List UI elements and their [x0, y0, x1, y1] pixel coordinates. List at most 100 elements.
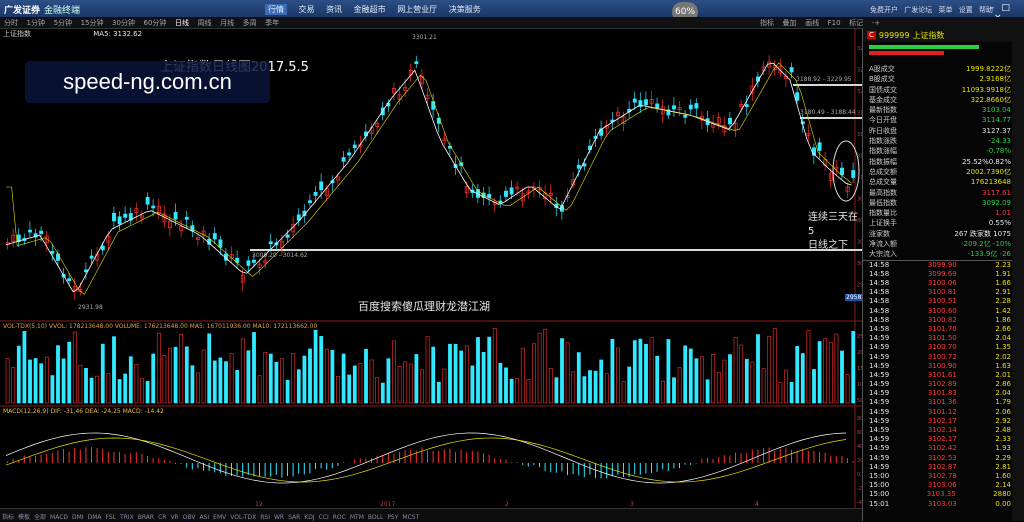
volume-bar	[106, 373, 111, 404]
menu-item-decision[interactable]: 决策服务	[449, 5, 481, 14]
volume-bar	[313, 329, 318, 404]
quote-row-label: 基金成交	[869, 95, 897, 104]
volume-bar	[604, 373, 609, 404]
volume-bar	[397, 366, 402, 404]
right-sidebar-strip[interactable]	[1012, 28, 1024, 521]
indicator-tab[interactable]: 全部	[34, 514, 46, 521]
strength-bars	[863, 42, 1013, 64]
indicator-tab[interactable]: FSL	[106, 514, 117, 521]
volume-bar	[655, 355, 660, 404]
tick-time: 14:59	[869, 444, 890, 453]
volume-bar	[448, 343, 452, 404]
tool-zoom[interactable]: -+	[872, 19, 880, 27]
period-tab[interactable]: 分时	[4, 19, 18, 27]
tool-overlay[interactable]: 叠加	[783, 19, 797, 27]
link-forum[interactable]: 广发论坛	[904, 6, 932, 14]
tick-price: 3100.06	[927, 279, 957, 288]
menu-item-trade[interactable]: 交易	[299, 5, 315, 14]
indicator-tab[interactable]: TRIX	[120, 514, 134, 521]
indicator-tab[interactable]: CCI	[319, 514, 329, 521]
volume-bar	[403, 361, 408, 404]
quote-row-value: 25.52%0.82%	[962, 157, 1011, 166]
indicator-tab[interactable]: KDJ	[304, 514, 314, 521]
tick-row: 14:59 3101.12 2.06	[863, 408, 1013, 417]
indicator-tab[interactable]: WR	[274, 514, 284, 521]
indicator-tab[interactable]: EMV	[213, 514, 226, 521]
indicator-tab[interactable]: ROC	[333, 514, 346, 521]
indicator-tab[interactable]: BOLL	[368, 514, 383, 521]
tick-time: 14:58	[869, 315, 890, 324]
quote-row-value: 3114.77	[982, 116, 1011, 125]
tool-draw[interactable]: 画线	[805, 19, 819, 27]
quote-row: 涨家数 267 跌家数 1075	[863, 229, 1013, 239]
period-tab[interactable]: 30分钟	[112, 19, 135, 27]
tick-time: 14:59	[869, 453, 890, 462]
indicator-tab[interactable]: ASI	[199, 514, 209, 521]
indicator-tab[interactable]: VR	[170, 514, 178, 521]
tick-row: 15:00 3103.35 2880	[863, 490, 1013, 499]
indicator-tab[interactable]: MACD	[50, 514, 68, 521]
volume-bar	[184, 346, 189, 404]
kline-chart-area[interactable]: 3251322532003175315031253100307530503025…	[0, 28, 884, 508]
tick-volume: 2.06	[995, 407, 1011, 416]
indicator-tab[interactable]: VOL-TDX	[230, 514, 256, 521]
candle-body	[268, 241, 273, 245]
volume-bar	[408, 363, 413, 404]
period-tab[interactable]: 月线	[220, 19, 234, 27]
candle-body	[151, 205, 156, 209]
volume-bar	[252, 332, 256, 404]
tick-row: 15:00 3103.06 2.14	[863, 481, 1013, 490]
indicator-tab[interactable]: 指标	[2, 514, 14, 521]
x-axis-tick: 2	[505, 501, 509, 508]
indicator-tab[interactable]: DMI	[72, 514, 84, 521]
indicator-tab[interactable]: CR	[158, 514, 166, 521]
period-tab[interactable]: 1分钟	[27, 19, 45, 27]
volume-bar	[95, 375, 100, 404]
volume-bar	[649, 337, 654, 404]
indicator-tab[interactable]: DMA	[88, 514, 102, 521]
indicator-tab[interactable]: BRAR	[138, 514, 154, 521]
tool-mark[interactable]: 标记	[849, 19, 863, 27]
period-tab[interactable]: 季年	[265, 19, 279, 27]
tick-price: 3100.70	[927, 343, 957, 352]
period-tab-daily[interactable]: 日线	[175, 19, 189, 27]
period-tab[interactable]: 5分钟	[54, 19, 72, 27]
indicator-tab[interactable]: MCST	[402, 514, 419, 521]
tick-volume: 2.86	[995, 380, 1011, 389]
indicator-tab[interactable]: OBV	[183, 514, 196, 521]
volume-bar	[756, 334, 760, 404]
menu-item-quotes[interactable]: 行情	[265, 4, 287, 15]
link-menu[interactable]: 菜单	[938, 6, 952, 14]
volume-bar	[666, 339, 671, 404]
period-tab[interactable]: 15分钟	[81, 19, 104, 27]
tick-time: 15:01	[869, 499, 890, 508]
period-tab[interactable]: 多周	[243, 19, 257, 27]
minimize-icon[interactable]: –	[990, 3, 995, 13]
link-settings[interactable]: 设置	[959, 6, 973, 14]
quote-row: 指数振幅 25.52%0.82%	[863, 157, 1013, 167]
menu-item-online-hall[interactable]: 网上营业厅	[397, 5, 437, 14]
high-price-label: 3301.21	[412, 34, 437, 41]
indicator-tab[interactable]: SAR	[288, 514, 300, 521]
tick-time: 14:59	[869, 361, 890, 370]
tool-indicator[interactable]: 指标	[760, 19, 774, 27]
menu-item-news[interactable]: 资讯	[326, 5, 342, 14]
tool-f10[interactable]: F10	[828, 19, 841, 27]
quote-row-label: 总成交额	[869, 167, 897, 176]
indicator-tab[interactable]: MTM	[350, 514, 364, 521]
period-tab[interactable]: 周线	[198, 19, 212, 27]
quote-row-label: 最低指数	[869, 198, 897, 207]
indicator-tab[interactable]: RSI	[260, 514, 270, 521]
indicator-tab[interactable]: PSY	[387, 514, 398, 521]
volume-bar	[806, 330, 811, 404]
candle-body	[789, 67, 794, 73]
volume-bar	[100, 343, 105, 404]
volume-bar	[168, 347, 172, 404]
candle-body	[246, 260, 251, 266]
maximize-icon[interactable]: □	[1001, 3, 1010, 13]
link-open-account[interactable]: 免费开户	[870, 6, 898, 14]
volume-bar	[56, 345, 60, 404]
menu-item-finance-market[interactable]: 金融超市	[354, 5, 386, 14]
indicator-tab[interactable]: 模板	[18, 514, 30, 521]
period-tab[interactable]: 60分钟	[144, 19, 167, 27]
